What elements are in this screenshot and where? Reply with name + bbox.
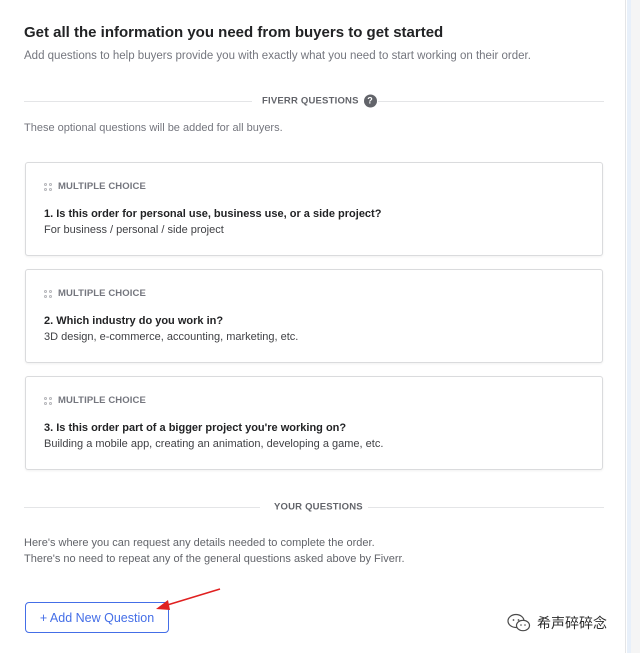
- question-card[interactable]: MULTIPLE CHOICE 2. Which industry do you…: [25, 269, 603, 363]
- question-type: MULTIPLE CHOICE: [44, 288, 146, 299]
- page-subtitle: Add questions to help buyers provide you…: [24, 50, 531, 62]
- scrollbar[interactable]: [627, 0, 640, 653]
- question-hint: Building a mobile app, creating an anima…: [44, 438, 384, 450]
- question-type: MULTIPLE CHOICE: [44, 181, 146, 192]
- question-text: 2. Which industry do you work in?: [44, 315, 224, 327]
- question-text: 1. Is this order for personal use, busin…: [44, 208, 382, 220]
- drag-handle-icon[interactable]: [44, 182, 52, 191]
- drag-handle-icon[interactable]: [44, 396, 52, 405]
- fiverr-questions-heading: FIVERR QUESTIONS ?: [262, 94, 377, 108]
- question-card[interactable]: MULTIPLE CHOICE 3. Is this order part of…: [25, 376, 603, 470]
- annotation-arrow-icon: [156, 588, 221, 610]
- your-questions-divider: YOUR QUESTIONS: [24, 501, 604, 513]
- drag-handle-icon[interactable]: [44, 289, 52, 298]
- help-icon[interactable]: ?: [363, 94, 377, 108]
- fiverr-questions-note: These optional questions will be added f…: [24, 122, 283, 134]
- fiverr-questions-divider: FIVERR QUESTIONS ?: [24, 94, 604, 108]
- order-requirements-panel: Get all the information you need from bu…: [0, 0, 626, 653]
- question-type: MULTIPLE CHOICE: [44, 395, 146, 406]
- wechat-icon: [507, 613, 531, 632]
- question-hint: For business / personal / side project: [44, 224, 224, 236]
- add-new-question-button[interactable]: + Add New Question: [25, 602, 169, 633]
- page-title: Get all the information you need from bu…: [24, 24, 444, 41]
- your-questions-heading: YOUR QUESTIONS: [274, 501, 363, 513]
- your-questions-description: Here's where you can request any details…: [24, 537, 405, 565]
- question-text: 3. Is this order part of a bigger projec…: [44, 422, 347, 434]
- watermark: 希声碎碎念: [507, 613, 607, 633]
- question-hint: 3D design, e-commerce, accounting, marke…: [44, 331, 299, 343]
- question-card[interactable]: MULTIPLE CHOICE 1. Is this order for per…: [25, 162, 603, 256]
